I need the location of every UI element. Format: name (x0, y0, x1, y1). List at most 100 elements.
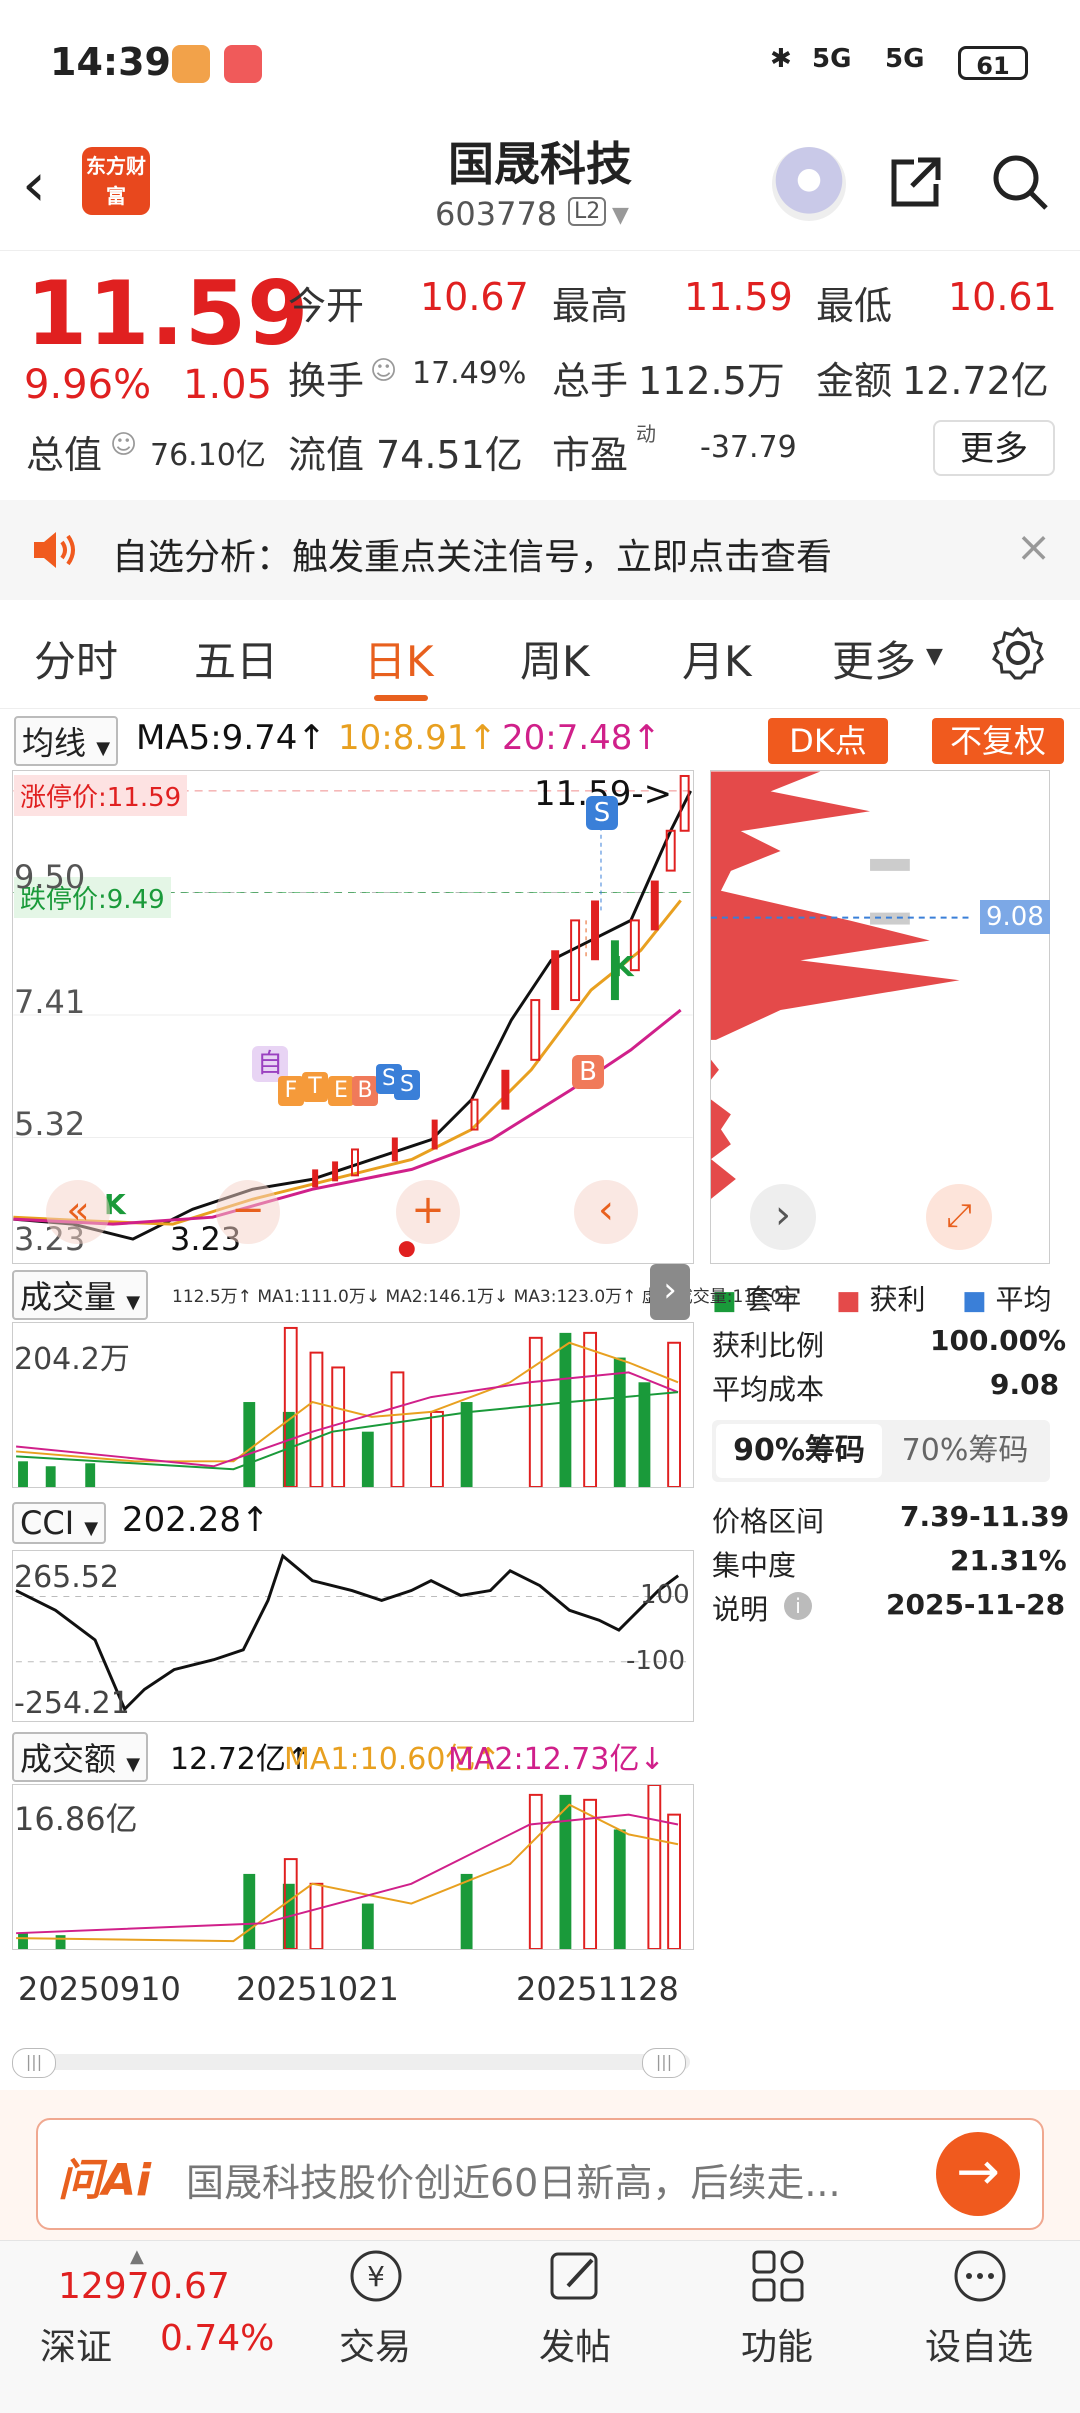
chip-next-icon[interactable]: › (750, 1184, 816, 1250)
nav-trade-label[interactable]: 交易 (300, 2318, 450, 2370)
low-value: 10.61 (948, 275, 1057, 319)
avg-cost-tag: 9.08 (980, 900, 1050, 934)
y-label-2: 7.41 (14, 983, 86, 1021)
assistant-robot-icon[interactable] (772, 147, 846, 221)
avg-cost-label: 平均成本 (712, 1373, 825, 1406)
marker-k[interactable]: K (612, 950, 634, 983)
concentration-value: 21.31% (950, 1544, 1067, 1577)
stock-code: 603778 (435, 195, 558, 233)
note-label: 说明 (712, 1593, 769, 1626)
cci-ymin: -254.21 (14, 1686, 130, 1721)
cci-line-neg100: -100 (626, 1646, 686, 1676)
info-icon-2[interactable]: ☺ (110, 430, 137, 460)
nav-post-label[interactable]: 发帖 (500, 2318, 650, 2370)
signal-5g-icon-2: 5G (885, 44, 925, 74)
float-value: 74.51亿 (376, 433, 523, 477)
high-value: 11.59 (684, 275, 793, 319)
volume-selector-label: 成交量 (20, 1278, 117, 1316)
more-icon[interactable] (950, 2246, 1010, 2306)
zoom-out-icon[interactable]: − (216, 1180, 280, 1244)
expand-icon[interactable]: ⤢ (926, 1184, 992, 1250)
marker-e[interactable]: E (328, 1076, 354, 1106)
marker-s[interactable]: S (586, 796, 618, 830)
mcap-label: 总值 (26, 433, 103, 477)
marker-f[interactable]: F (278, 1076, 304, 1106)
price-range-value: 7.39-11.39 (900, 1500, 1070, 1533)
tab-chip-90[interactable]: 90%筹码 (716, 1424, 882, 1478)
nav-apps-label[interactable]: 功能 (702, 2318, 852, 2370)
index-change: 0.74% (160, 2318, 275, 2359)
ai-prompt-text[interactable]: 国晟科技股价创近60日新高，后续走... (186, 2152, 841, 2207)
volume-value: 112.5万 (638, 359, 785, 403)
tab-day-k[interactable]: 日K (364, 628, 434, 689)
legend-profit: 获利 (869, 1283, 926, 1316)
marker-b-small[interactable]: B (352, 1076, 378, 1106)
notification-heart-icon (172, 45, 210, 83)
apps-icon[interactable] (748, 2246, 808, 2306)
timeline-scrollbar[interactable] (12, 2054, 690, 2070)
info-circle-icon[interactable]: i (784, 1592, 812, 1620)
signal-5g-icon: 5G (812, 44, 852, 74)
scroll-left-fast-icon[interactable]: « (46, 1180, 110, 1244)
volume-selector[interactable]: 成交量 ▼ (12, 1270, 149, 1320)
legend-average: 平均 (995, 1283, 1052, 1316)
info-icon[interactable]: ☺ (370, 356, 397, 386)
marker-s-small-2[interactable]: S (394, 1070, 420, 1100)
banner-text[interactable]: 自选分析：触发重点关注信号，立即点击查看 (112, 528, 832, 580)
price-range-label: 价格区间 (712, 1505, 825, 1538)
scroll-left-icon[interactable]: ‹ (574, 1180, 638, 1244)
tab-intraday[interactable]: 分时 (34, 628, 118, 689)
chip-distribution[interactable] (710, 770, 1050, 1264)
settings-gear-icon[interactable] (990, 625, 1046, 681)
amount-selector[interactable]: 成交额 ▼ (12, 1732, 149, 1782)
post-icon[interactable] (546, 2246, 606, 2306)
scroll-handle-right[interactable]: ||| (642, 2048, 686, 2078)
more-button[interactable]: 更多 (933, 420, 1055, 476)
active-tab-indicator (374, 695, 428, 701)
tab-five-day[interactable]: 五日 (194, 628, 278, 689)
amount-ymax: 16.86亿 (14, 1800, 138, 1838)
float-label: 流值 (288, 433, 365, 477)
current-marker (398, 1241, 415, 1258)
ai-logo: 问Ai (58, 2155, 152, 2206)
pe-label: 市盈 (552, 433, 629, 477)
ma10-value: 10:8.91↑ (338, 718, 497, 758)
l2-badge[interactable]: L2 (568, 197, 607, 226)
marker-b[interactable]: B (572, 1055, 604, 1089)
panel-next-icon[interactable]: › (650, 1264, 690, 1320)
index-name: 深证 (40, 2327, 113, 2368)
trade-icon[interactable]: ¥ (346, 2246, 406, 2306)
date-label-3: 20251128 (516, 1970, 679, 2008)
limit-up-label: 涨停价:11.59 (14, 775, 188, 816)
marker-t[interactable]: T (302, 1072, 328, 1102)
index-value[interactable]: 12970.67 (58, 2266, 230, 2307)
nav-add-watchlist-label[interactable]: 设自选 (904, 2318, 1054, 2370)
tab-month-k[interactable]: 月K (682, 628, 752, 689)
dk-point-button[interactable]: DK点 (768, 718, 888, 764)
last-price: 11.59 (26, 262, 310, 365)
chevron-up-icon[interactable]: ▲ (130, 2246, 144, 2267)
y-label-1: 9.50 (14, 858, 86, 896)
svg-text:¥: ¥ (367, 2260, 385, 2293)
adjust-button[interactable]: 不复权 (932, 718, 1064, 764)
close-icon[interactable]: × (1016, 522, 1051, 571)
search-icon[interactable] (988, 150, 1052, 214)
cci-selector[interactable]: CCI ▼ (12, 1502, 107, 1544)
ma-selector[interactable]: 均线 ▼ (14, 716, 119, 766)
bluetooth-icon: ✱ (770, 44, 792, 74)
cci-selector-label: CCI (20, 1504, 75, 1542)
tab-chip-70[interactable]: 70%筹码 (884, 1424, 1046, 1478)
zoom-in-icon[interactable]: + (396, 1180, 460, 1244)
tab-more[interactable]: 更多 (832, 628, 916, 689)
volume-label: 总手 (552, 359, 629, 403)
status-time: 14:39 (50, 40, 171, 84)
date-label-2: 20251021 (236, 1970, 399, 2008)
avg-cost-value: 9.08 (990, 1368, 1060, 1401)
tab-week-k[interactable]: 周K (520, 628, 590, 689)
amount-selector-label: 成交额 (20, 1740, 117, 1778)
arrow-right-icon[interactable]: → (936, 2132, 1020, 2216)
date-label-1: 20250910 (18, 1970, 181, 2008)
turnover-value: 17.49% (412, 356, 527, 391)
scroll-handle-left[interactable]: ||| (12, 2048, 56, 2078)
share-icon[interactable] (884, 150, 948, 214)
